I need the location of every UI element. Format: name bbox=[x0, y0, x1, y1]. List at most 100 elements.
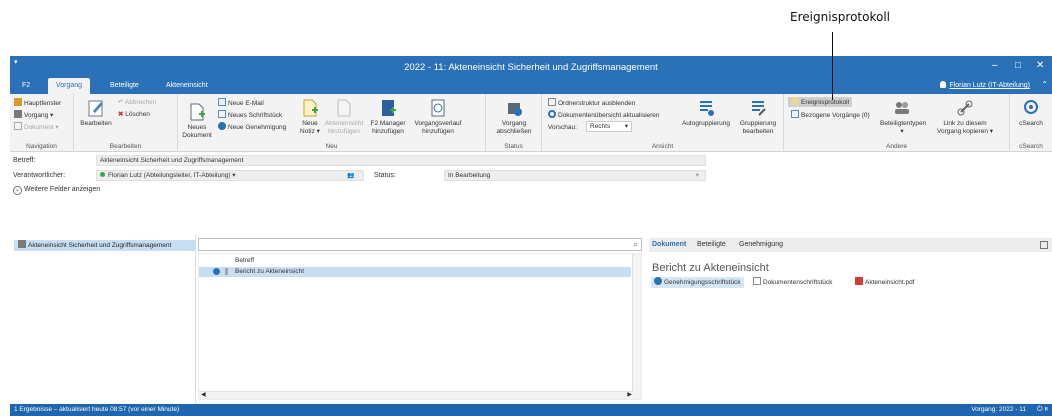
approval-icon bbox=[654, 277, 662, 285]
status-field[interactable]: In Bearbeitung ▾ bbox=[444, 170, 706, 181]
preview-title: Bericht zu Akteneinsicht bbox=[652, 262, 769, 274]
history-icon bbox=[431, 99, 445, 117]
vorschau-select[interactable]: Rechts ▾ bbox=[586, 121, 632, 132]
hauptfenster-button[interactable]: Hauptfenster bbox=[14, 98, 61, 108]
neue-notiz-button[interactable]: Neue Notiz ▾ bbox=[296, 98, 324, 136]
app-window: ▾ 2022 - 11: Akteneinsicht Sicherheit un… bbox=[10, 56, 1052, 416]
refresh-icon bbox=[548, 110, 556, 118]
link-kopieren-button[interactable]: Link zu diesem Vorgang kopieren ▾ bbox=[932, 98, 998, 136]
group-label-navigation: Navigation bbox=[26, 143, 57, 150]
row-title: Bericht zu Akteneinsicht bbox=[235, 268, 305, 275]
group-label-status: Status bbox=[504, 143, 523, 150]
document-search-input[interactable]: ⌕ bbox=[198, 238, 642, 251]
csearch-button[interactable]: cSearch bbox=[1012, 98, 1050, 128]
group-status: Vorgang abschließen Status bbox=[486, 94, 542, 152]
status-text: 1 Ergebnisse – aktualisiert heute 08:57 … bbox=[14, 406, 180, 413]
vorgang-abschliessen-button[interactable]: Vorgang abschließen bbox=[492, 98, 536, 136]
case-fields: Betreff: Akteneinsicht Sicherheit und Zu… bbox=[10, 153, 1052, 205]
tab-genehmigung[interactable]: Genehmigung bbox=[739, 241, 783, 248]
group-label-andere: Andere bbox=[886, 143, 907, 150]
attachment-genehmigung[interactable]: Genehmigungsschriftstück bbox=[651, 277, 744, 288]
title-bar: ▾ 2022 - 11: Akteneinsicht Sicherheit un… bbox=[10, 56, 1052, 78]
tab-dokument[interactable]: Dokument bbox=[652, 241, 686, 248]
status-icons[interactable]: ⏻ ⏸ bbox=[1037, 404, 1048, 416]
verantwortlicher-label: Verantwortlicher: bbox=[13, 172, 66, 179]
user-link[interactable]: Florian Lutz (IT-Abteilung) bbox=[940, 80, 1030, 92]
people-picker-icon[interactable]: 👥 bbox=[347, 172, 354, 179]
log-icon bbox=[791, 97, 799, 105]
autogruppierung-button[interactable]: Autogruppierung bbox=[678, 98, 734, 128]
people-icon bbox=[895, 102, 909, 114]
dokument-nav-button[interactable]: Dokument ▾ bbox=[14, 122, 59, 132]
chevron-down-icon: ▾ bbox=[624, 123, 628, 130]
status-dot-icon bbox=[100, 172, 105, 177]
chevron-down-icon: ▾ bbox=[695, 172, 699, 179]
column-header-betreff[interactable]: Betreff bbox=[235, 257, 254, 264]
document-icon bbox=[753, 277, 761, 285]
group-label-bearbeiten: Bearbeiten bbox=[109, 143, 142, 150]
user-icon bbox=[940, 81, 947, 88]
attachment-icon bbox=[225, 268, 228, 275]
group-bearbeiten: Bearbeiten ↶ Abbrechen ✖ Löschen Bearbei… bbox=[74, 94, 178, 152]
case-icon bbox=[18, 240, 26, 248]
attachment-dokument[interactable]: Dokumentenschriftstück bbox=[753, 277, 832, 288]
autogroup-icon bbox=[700, 101, 714, 116]
group-edit-icon bbox=[752, 101, 766, 116]
neue-email-button[interactable]: Neue E-Mail bbox=[218, 98, 264, 108]
group-ansicht: Ordnerstruktur ausblenden Dokumentenüber… bbox=[542, 94, 784, 152]
undo-icon: ↶ bbox=[118, 99, 125, 106]
vorgangsverlauf-button[interactable]: Vorgangsverlauf hinzufügen bbox=[412, 98, 464, 136]
aktualisieren-button[interactable]: Dokumentenübersicht aktualisieren bbox=[548, 110, 660, 120]
gruppierung-bearbeiten-button[interactable]: Gruppierung bearbeiten bbox=[736, 98, 780, 136]
approval-status-icon bbox=[213, 268, 220, 275]
ereignisprotokoll-button[interactable]: Ereignisprotokoll bbox=[788, 97, 853, 107]
vertical-scrollbar[interactable] bbox=[632, 254, 641, 399]
csearch-icon bbox=[1024, 100, 1038, 114]
chevron-circle-icon: ⌄ bbox=[13, 186, 22, 195]
betreff-label: Betreff: bbox=[13, 157, 36, 164]
verantwortlicher-field[interactable]: Florian Lutz (Abteilungsleiter, IT-Abtei… bbox=[96, 170, 364, 181]
new-document-icon bbox=[190, 103, 205, 121]
group-andere: Ereignisprotokoll Bezogene Vorgänge (0) … bbox=[784, 94, 1010, 152]
tab-beteiligte[interactable]: Beteiligte bbox=[102, 78, 147, 94]
neues-schriftstueck-button[interactable]: Neues Schriftstück bbox=[218, 110, 282, 120]
loeschen-button[interactable]: ✖ Löschen bbox=[118, 110, 150, 119]
status-case-number: Vorgang: 2022 - 11 bbox=[971, 406, 1026, 413]
bezogene-vorgaenge-button[interactable]: Bezogene Vorgänge (0) bbox=[791, 110, 870, 120]
f2-manager-icon bbox=[382, 100, 396, 116]
f2-manager-button[interactable]: F2 Manager hinzufügen bbox=[366, 98, 410, 136]
tab-vorgang[interactable]: Vorgang bbox=[48, 78, 91, 94]
akteneinsicht-hinzufuegen-button[interactable]: Akteneinsicht hinzufügen bbox=[324, 98, 364, 136]
tree-item-akteneinsicht[interactable]: Akteneinsicht Sicherheit und Zugriffsman… bbox=[14, 240, 196, 251]
add-files-icon bbox=[337, 99, 351, 117]
tab-akteneinsicht[interactable]: Akteneinsicht bbox=[158, 78, 216, 94]
maximize-button[interactable]: □ bbox=[1015, 60, 1021, 71]
minimize-button[interactable]: – bbox=[992, 60, 998, 71]
tab-f2[interactable]: F2 bbox=[14, 78, 38, 94]
status-bar: 1 Ergebnisse – aktualisiert heute 08:57 … bbox=[10, 404, 1052, 416]
scroll-right-icon[interactable]: ▶ bbox=[627, 391, 632, 398]
link-icon bbox=[957, 100, 973, 116]
close-button[interactable]: ✕ bbox=[1036, 60, 1044, 71]
neues-dokument-button[interactable]: Neues Dokument bbox=[182, 102, 212, 140]
collapse-ribbon-icon[interactable]: ⌃ bbox=[1041, 80, 1048, 89]
preview-tabs: Dokument Beteiligte Genehmigung bbox=[649, 238, 1052, 252]
vorgang-nav-button[interactable]: Vorgang ▾ bbox=[14, 110, 53, 120]
bearbeiten-button[interactable]: Bearbeiten bbox=[78, 98, 114, 128]
weitere-felder-button[interactable]: ⌄ Weitere Felder anzeigen bbox=[13, 184, 100, 195]
ordnerstruktur-button[interactable]: Ordnerstruktur ausblenden bbox=[548, 98, 635, 108]
horizontal-scrollbar[interactable]: ◀ ▶ bbox=[199, 391, 634, 399]
abbrechen-button[interactable]: ↶ Abbrechen bbox=[118, 98, 156, 107]
edit-icon bbox=[88, 100, 103, 117]
neue-genehmigung-button[interactable]: Neue Genehmigung bbox=[218, 122, 286, 132]
betreff-field[interactable]: Akteneinsicht Sicherheit und Zugriffsman… bbox=[96, 155, 706, 166]
scroll-left-icon[interactable]: ◀ bbox=[201, 391, 206, 398]
beteiligtentypen-button[interactable]: Beteiligtentypen ▾ bbox=[880, 98, 926, 136]
search-icon[interactable]: ⌕ bbox=[633, 239, 638, 250]
popout-icon[interactable] bbox=[1040, 241, 1048, 249]
tab-beteiligte-preview[interactable]: Beteiligte bbox=[697, 241, 726, 248]
table-row[interactable]: Bericht zu Akteneinsicht bbox=[199, 267, 631, 277]
vorschau-label: Vorschau: bbox=[548, 124, 577, 131]
attachment-pdf[interactable]: Akteneinsicht.pdf bbox=[855, 277, 915, 288]
group-label-ansicht: Ansicht bbox=[651, 143, 674, 150]
